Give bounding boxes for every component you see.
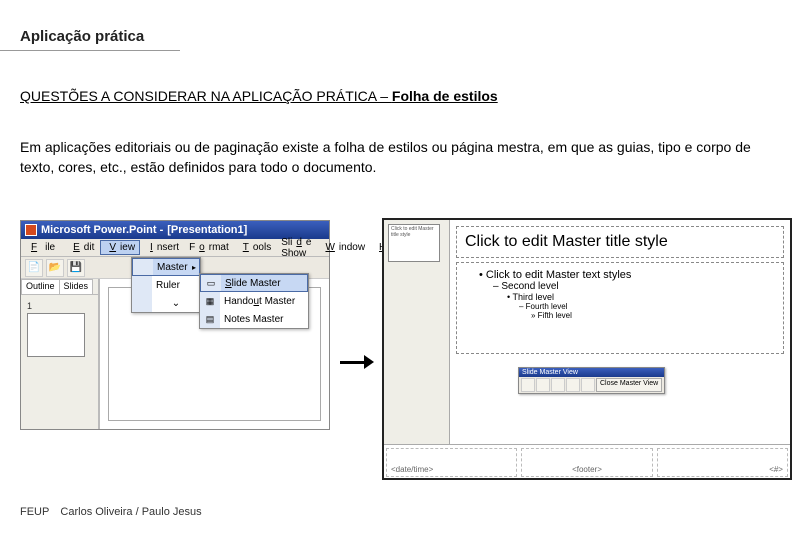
insert-slide-master-icon[interactable] [521,378,535,392]
menu-slideshow[interactable]: Slide Show [277,236,315,260]
master-editing-area: Click to edit Master title style • Click… [450,220,790,444]
bullet-level-2: Second level [479,281,773,292]
menu-edit[interactable]: Edit [65,241,98,254]
footer-center-placeholder[interactable]: <footer> [521,448,652,477]
toolbar-title: Slide Master View [519,368,664,377]
toolbar-new-icon[interactable]: 📄 [25,259,43,277]
menu-view[interactable]: View [100,240,140,255]
bullet-level-5: Fifth level [479,311,773,320]
menubar: File Edit View Insert Format Tools Slide… [21,239,329,257]
notes-master-icon: ▤ [200,310,220,328]
slide-thumbnail[interactable] [27,313,85,357]
master-title-placeholder[interactable]: Click to edit Master title style [456,226,784,258]
view-dropdown: Master Ruler ⌄ [131,257,201,313]
submenu-label: Handout Master [220,296,308,307]
rename-master-icon[interactable] [581,378,595,392]
preserve-master-icon[interactable] [566,378,580,392]
powerpoint-slide-master-view: Click to edit Master title style Click t… [382,218,792,480]
powerpoint-window-left: Microsoft Power.Point - [Presentation1] … [20,220,330,430]
menu-item-expand[interactable]: ⌄ [132,294,200,312]
blank-icon [132,294,152,312]
menu-file[interactable]: File [23,241,63,254]
title-prefix: Microsoft Power.Point - [41,224,163,236]
master-footer-row: <date/time> <footer> <#> [384,444,790,480]
menu-item-label: Ruler [152,280,200,291]
blank-icon [133,259,153,275]
thumb-number: 1 [27,301,92,311]
footer-slide-number-placeholder[interactable]: <#> [657,448,788,477]
master-title-text: Click to edit Master title style [465,233,775,251]
submenu-label: Notes Master [220,314,308,325]
slide-footer: FEUP Carlos Oliveira / Paulo Jesus [20,506,202,518]
master-text-placeholder[interactable]: • Click to edit Master text styles Secon… [456,262,784,354]
submenu-label: Slide Master [221,278,307,289]
toolbar-save-icon[interactable]: 💾 [67,259,85,277]
menu-window[interactable]: Window [317,241,369,254]
chevron-down-icon: ⌄ [152,298,200,309]
close-master-view-button[interactable]: Close Master View [596,378,662,392]
bullet-level-4: Fourth level [479,302,773,311]
bullet-level-1: • Click to edit Master text styles [479,269,773,281]
master-submenu: ▭ Slide Master ▦ Handout Master ▤ Notes … [199,273,309,329]
menu-format[interactable]: Format [185,241,233,254]
blank-icon [132,276,152,294]
submenu-caret-icon [192,262,199,273]
footer-authors: Carlos Oliveira / Paulo Jesus [60,506,201,518]
thumb-title-text: Click to edit Master title style [389,225,439,240]
section-subtitle: QUESTÕES A CONSIDERAR NA APLICAÇÃO PRÁTI… [20,88,498,104]
menu-insert[interactable]: Insert [142,241,183,254]
master-thumbnail[interactable]: Click to edit Master title style [388,224,440,262]
header-rule [0,50,180,51]
subtitle-emphasis: Folha de estilos [392,88,498,104]
bullet-level-3: Third level [479,292,773,302]
handout-master-icon: ▦ [200,292,220,310]
master-thumbnails-pane: Click to edit Master title style [384,220,450,444]
slide-master-toolbar: Slide Master View Close Master View [518,367,665,394]
arrow-icon [340,355,374,369]
footer-org: FEUP [20,506,49,518]
tab-outline[interactable]: Outline [21,279,60,294]
slide-master-icon: ▭ [201,275,221,291]
delete-master-icon[interactable] [551,378,565,392]
title-doc: [Presentation1] [167,224,247,236]
insert-title-master-icon[interactable] [536,378,550,392]
menu-item-ruler[interactable]: Ruler [132,276,200,294]
page-header: Aplicação prática [20,28,144,45]
slides-pane: Outline Slides 1 [21,279,99,429]
submenu-slide-master[interactable]: ▭ Slide Master [200,274,308,292]
powerpoint-icon [25,224,37,236]
toolbar-open-icon[interactable]: 📂 [46,259,64,277]
submenu-handout-master[interactable]: ▦ Handout Master [200,292,308,310]
subtitle-prefix: QUESTÕES A CONSIDERAR NA APLICAÇÃO PRÁTI… [20,88,392,104]
footer-date-placeholder[interactable]: <date/time> [386,448,517,477]
menu-item-master[interactable]: Master [132,258,200,276]
submenu-notes-master[interactable]: ▤ Notes Master [200,310,308,328]
tab-slides[interactable]: Slides [59,279,94,294]
body-paragraph: Em aplicações editoriais ou de paginação… [20,138,780,177]
menu-tools[interactable]: Tools [235,241,275,254]
menu-item-label: Master [153,262,192,273]
